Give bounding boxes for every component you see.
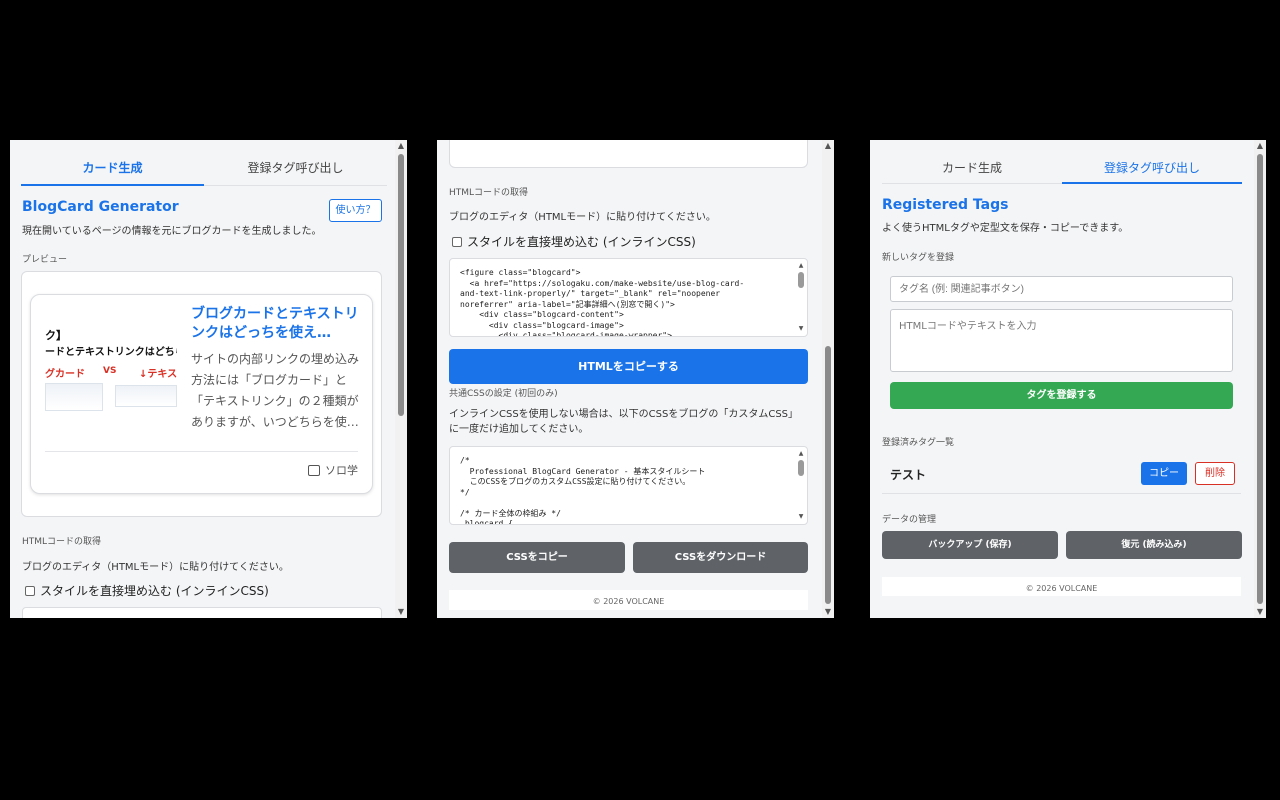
copy-css-button[interactable]: CSSをコピー bbox=[449, 542, 625, 573]
html-section-label: HTMLコードの取得 bbox=[449, 188, 529, 198]
scroll-up-icon[interactable]: ▲ bbox=[822, 140, 834, 152]
copy-tag-button[interactable]: コピー bbox=[1141, 462, 1187, 485]
download-css-button[interactable]: CSSをダウンロード bbox=[633, 542, 808, 573]
blogcard-excerpt: サイトの内部リンクの埋め込み方法には「ブログカード」と「テキストリンク」の２種類… bbox=[191, 352, 360, 429]
panel-content: カード生成 登録タグ呼び出し Registered Tags よく使うHTMLタ… bbox=[870, 140, 1254, 618]
footer-text: © 2026 VOLCANE bbox=[1025, 584, 1098, 593]
scroll-up-icon[interactable]: ▲ bbox=[395, 140, 407, 152]
inline-css-option[interactable]: スタイルを直接埋め込む (インラインCSS) bbox=[452, 233, 696, 250]
page-title: Registered Tags bbox=[882, 197, 1009, 213]
footer-text: © 2026 VOLCANE bbox=[592, 597, 665, 606]
inline-css-checkbox[interactable] bbox=[25, 586, 35, 596]
inline-css-label: スタイルを直接埋め込む (インラインCSS) bbox=[40, 584, 269, 598]
thumbnail-text-line1: ク】 bbox=[45, 329, 67, 342]
css-code-text: /* Professional BlogCard Generator - 基本ス… bbox=[460, 456, 706, 525]
inline-css-checkbox[interactable] bbox=[452, 237, 462, 247]
blogcard-site: ソロ学 bbox=[308, 462, 358, 478]
scroll-down-icon[interactable]: ▼ bbox=[822, 606, 834, 618]
data-management-label: データの管理 bbox=[882, 515, 937, 525]
thumbnail-mock-left bbox=[45, 383, 103, 411]
card-generator-panel: カード生成 登録タグ呼び出し BlogCard Generator 使い方？ 現… bbox=[10, 140, 407, 618]
thumbnail-text-left: グカード bbox=[45, 369, 85, 380]
footer: © 2026 VOLCANE bbox=[449, 590, 808, 610]
tag-name: テスト bbox=[890, 468, 927, 482]
scrollbar-thumb[interactable] bbox=[1257, 154, 1263, 604]
copy-html-button[interactable]: HTMLをコピーする bbox=[449, 349, 808, 384]
html-code-textarea[interactable]: <figure class="blogcard"> <a href="https… bbox=[449, 258, 808, 337]
tag-list-label: 登録済みタグ一覧 bbox=[882, 438, 955, 448]
register-tag-button[interactable]: タグを登録する bbox=[890, 382, 1233, 409]
html-code-text: <figure class="blogcard"> <a href="https… bbox=[460, 268, 745, 337]
page-title: BlogCard Generator bbox=[22, 199, 179, 215]
scroll-up-icon[interactable]: ▲ bbox=[797, 450, 805, 458]
scrollbar-thumb[interactable] bbox=[798, 272, 804, 288]
html-code-scrollbar[interactable]: ▲ ▼ bbox=[797, 262, 805, 333]
tag-body-textarea[interactable]: HTMLコードやテキストを入力 bbox=[890, 309, 1233, 372]
panel-scrollbar[interactable]: ▲ ▼ bbox=[1254, 140, 1266, 618]
delete-tag-button[interactable]: 削除 bbox=[1195, 462, 1235, 485]
scrollbar-thumb[interactable] bbox=[798, 460, 804, 476]
preview-label: プレビュー bbox=[22, 255, 68, 265]
html-instruction: ブログのエディタ（HTMLモード）に貼り付けてください。 bbox=[449, 212, 716, 223]
scrollbar-thumb[interactable] bbox=[825, 346, 831, 604]
css-section-label: 共通CSSの設定 (初回のみ) bbox=[449, 389, 558, 399]
css-code-scrollbar[interactable]: ▲ ▼ bbox=[797, 450, 805, 521]
css-instruction: インラインCSSを使用しない場合は、以下のCSSをブログの「カスタムCSS」に一… bbox=[449, 409, 799, 435]
footer: © 2026 VOLCANE bbox=[882, 577, 1241, 596]
tab-registered-tags[interactable]: 登録タグ呼び出し bbox=[204, 140, 387, 185]
panel-scrollbar[interactable]: ▲ ▼ bbox=[395, 140, 407, 618]
scroll-up-icon[interactable]: ▲ bbox=[797, 262, 805, 270]
html-section-label: HTMLコードの取得 bbox=[22, 537, 102, 547]
panel-content: HTMLコードの取得 ブログのエディタ（HTMLモード）に貼り付けてください。 … bbox=[437, 140, 822, 618]
tab-card-generate[interactable]: カード生成 bbox=[21, 140, 204, 186]
panel-scrollbar[interactable]: ▲ ▼ bbox=[822, 140, 834, 618]
panel-content: カード生成 登録タグ呼び出し BlogCard Generator 使い方？ 現… bbox=[10, 140, 395, 618]
preview-container: ク】 ードとテキストリンクはどちら グカード VS ↓テキス ブログカードとテキ… bbox=[21, 271, 382, 517]
inline-css-label: スタイルを直接埋め込む (インラインCSS) bbox=[467, 235, 696, 249]
tag-body-placeholder: HTMLコードやテキストを入力 bbox=[899, 321, 1037, 332]
blogcard-divider bbox=[45, 451, 358, 452]
thumbnail-vs: VS bbox=[103, 366, 117, 376]
site-favicon-icon bbox=[308, 465, 320, 476]
backup-button[interactable]: バックアップ (保存) bbox=[882, 531, 1058, 559]
blogcard-preview[interactable]: ク】 ードとテキストリンクはどちら グカード VS ↓テキス ブログカードとテキ… bbox=[30, 294, 373, 494]
scroll-down-icon[interactable]: ▼ bbox=[395, 606, 407, 618]
thumbnail-mock-right bbox=[115, 385, 177, 407]
scroll-down-icon[interactable]: ▼ bbox=[797, 325, 805, 333]
scroll-down-icon[interactable]: ▼ bbox=[1254, 606, 1266, 618]
thumbnail-text-line2: ードとテキストリンクはどちら bbox=[45, 347, 177, 358]
tag-list-item: テスト コピー 削除 bbox=[882, 452, 1241, 494]
blogcard-thumbnail: ク】 ードとテキストリンクはどちら グカード VS ↓テキス bbox=[45, 323, 177, 419]
scroll-up-icon[interactable]: ▲ bbox=[1254, 140, 1266, 152]
tab-bar: カード生成 登録タグ呼び出し bbox=[21, 140, 387, 186]
blogcard-title: ブログカードとテキストリンクはどっちを使え… bbox=[191, 306, 359, 341]
tag-name-input[interactable] bbox=[890, 276, 1233, 302]
tab-card-generate[interactable]: カード生成 bbox=[882, 140, 1062, 183]
tab-bar: カード生成 登録タグ呼び出し bbox=[882, 140, 1242, 184]
thumbnail-text-right: ↓テキス bbox=[139, 369, 177, 380]
page-description: よく使うHTMLタグや定型文を保存・コピーできます。 bbox=[882, 223, 1129, 234]
registered-tags-panel: カード生成 登録タグ呼び出し Registered Tags よく使うHTMLタ… bbox=[870, 140, 1266, 618]
help-button[interactable]: 使い方？ bbox=[329, 199, 382, 222]
tab-registered-tags[interactable]: 登録タグ呼び出し bbox=[1062, 140, 1242, 184]
scroll-down-icon[interactable]: ▼ bbox=[797, 513, 805, 521]
scrollbar-thumb[interactable] bbox=[398, 154, 404, 416]
new-tag-label: 新しいタグを登録 bbox=[882, 253, 955, 263]
blogcard-site-name: ソロ学 bbox=[325, 464, 358, 477]
inline-css-option[interactable]: スタイルを直接埋め込む (インラインCSS) bbox=[25, 582, 269, 599]
page-description: 現在開いているページの情報を元にブログカードを生成しました。 bbox=[22, 226, 322, 237]
css-code-textarea[interactable]: /* Professional BlogCard Generator - 基本ス… bbox=[449, 446, 808, 525]
card-generator-panel-scrolled: HTMLコードの取得 ブログのエディタ（HTMLモード）に貼り付けてください。 … bbox=[437, 140, 834, 618]
restore-button[interactable]: 復元 (読み込み) bbox=[1066, 531, 1242, 559]
html-instruction: ブログのエディタ（HTMLモード）に貼り付けてください。 bbox=[22, 562, 289, 573]
html-code-textarea[interactable] bbox=[22, 607, 382, 618]
preview-container-bottom bbox=[449, 140, 808, 168]
